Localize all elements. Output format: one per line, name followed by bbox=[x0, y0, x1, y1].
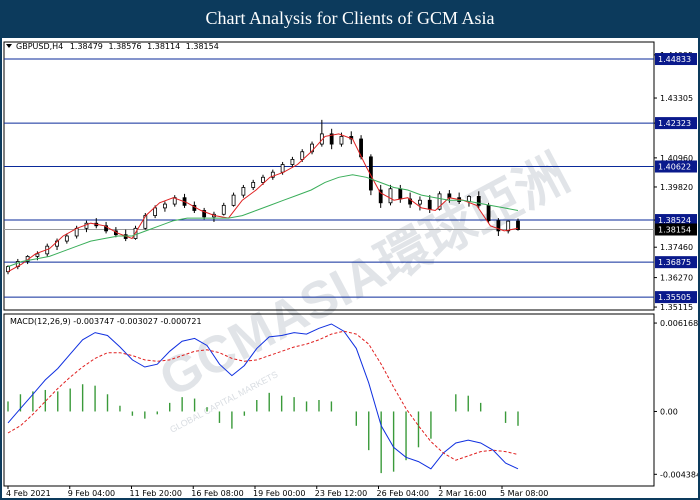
symbol-timeframe: GBPUSD,H4 bbox=[16, 42, 63, 51]
level-label: 1.40622 bbox=[658, 163, 691, 172]
bull-candle bbox=[506, 220, 511, 232]
bull-candle bbox=[241, 187, 246, 196]
bull-candle bbox=[261, 176, 265, 183]
price-pane-header: GBPUSD,H4 1.38479 1.38576 1.38114 1.3815… bbox=[16, 42, 219, 51]
time-axis-label: 23 Feb 12:00 bbox=[315, 489, 367, 498]
bear-candle bbox=[476, 196, 481, 206]
macd-axis-label: 0.006168 bbox=[660, 319, 698, 328]
bear-candle bbox=[427, 199, 432, 210]
price-axis-label: 1.36270 bbox=[660, 274, 693, 283]
bull-candle bbox=[231, 194, 236, 206]
ohlc-open: 1.38479 bbox=[70, 42, 103, 51]
time-axis-label: 9 Feb 04:00 bbox=[68, 489, 115, 498]
bull-candle bbox=[280, 164, 285, 173]
bull-candle bbox=[290, 159, 295, 165]
banner-title: Chart Analysis for Clients of GCM Asia bbox=[0, 0, 700, 36]
price-axis-label: 1.35115 bbox=[660, 303, 693, 312]
macd-pane: 0.006168 0.00 -0.004384 bbox=[3, 313, 698, 487]
level-label: 1.35505 bbox=[658, 293, 691, 302]
chart-canvas: GCMASIA環球亞洲 GLOBAL CAPITAL MARKETS 1.449… bbox=[3, 41, 698, 498]
macd-pane-header: MACD(12,26,9) -0.003747 -0.003027 -0.000… bbox=[10, 317, 202, 326]
time-axis-label: 26 Feb 04:00 bbox=[377, 489, 429, 498]
bear-candle bbox=[486, 204, 491, 222]
bull-candle bbox=[163, 203, 167, 209]
time-axis-label: 4 Feb 2021 bbox=[6, 489, 51, 498]
ohlc-high: 1.38576 bbox=[108, 42, 141, 51]
bear-candle bbox=[398, 188, 403, 200]
price-axis-label: 1.39820 bbox=[660, 183, 693, 192]
bear-candle bbox=[447, 193, 452, 199]
bull-candle bbox=[64, 235, 69, 242]
price-axis-label: 1.37460 bbox=[660, 243, 693, 252]
bull-candle bbox=[388, 188, 393, 204]
level-label: 1.42323 bbox=[658, 119, 691, 128]
bull-candle bbox=[251, 181, 256, 188]
time-axis-label: 11 Feb 20:00 bbox=[130, 489, 182, 498]
chart-frame: GCMASIA環球亞洲 GLOBAL CAPITAL MARKETS 1.449… bbox=[2, 38, 698, 498]
current-price-label: 1.38154 bbox=[658, 225, 691, 234]
bull-candle bbox=[35, 253, 40, 257]
collapse-triangle-icon[interactable] bbox=[6, 44, 12, 48]
time-axis-label: 5 Mar 08:00 bbox=[500, 489, 548, 498]
bull-candle bbox=[418, 199, 422, 205]
watermark-logo: GCMASIA環球亞洲 bbox=[150, 144, 578, 408]
ohlc-close: 1.38154 bbox=[186, 42, 219, 51]
bull-candle bbox=[339, 136, 344, 145]
macd-axis-label: -0.004384 bbox=[660, 470, 698, 479]
time-axis-label: 19 Feb 00:00 bbox=[253, 489, 305, 498]
macd-pane-border bbox=[3, 313, 655, 487]
time-axis: 4 Feb 2021 9 Feb 04:00 11 Feb 20:00 16 Feb … bbox=[6, 486, 548, 498]
bull-candle bbox=[153, 207, 158, 216]
bull-candle bbox=[300, 151, 305, 160]
ohlc-low: 1.38114 bbox=[147, 42, 180, 51]
time-axis-label: 2 Mar 16:00 bbox=[438, 489, 486, 498]
level-label: 1.36875 bbox=[658, 258, 691, 267]
level-label: 1.44833 bbox=[658, 55, 691, 64]
time-axis-label: 16 Feb 08:00 bbox=[191, 489, 243, 498]
macd-axis-label: 0.00 bbox=[660, 407, 678, 416]
price-axis-label: 1.43305 bbox=[660, 94, 693, 103]
bull-candle bbox=[221, 204, 226, 215]
watermark: GCMASIA環球亞洲 GLOBAL CAPITAL MARKETS bbox=[150, 144, 578, 434]
